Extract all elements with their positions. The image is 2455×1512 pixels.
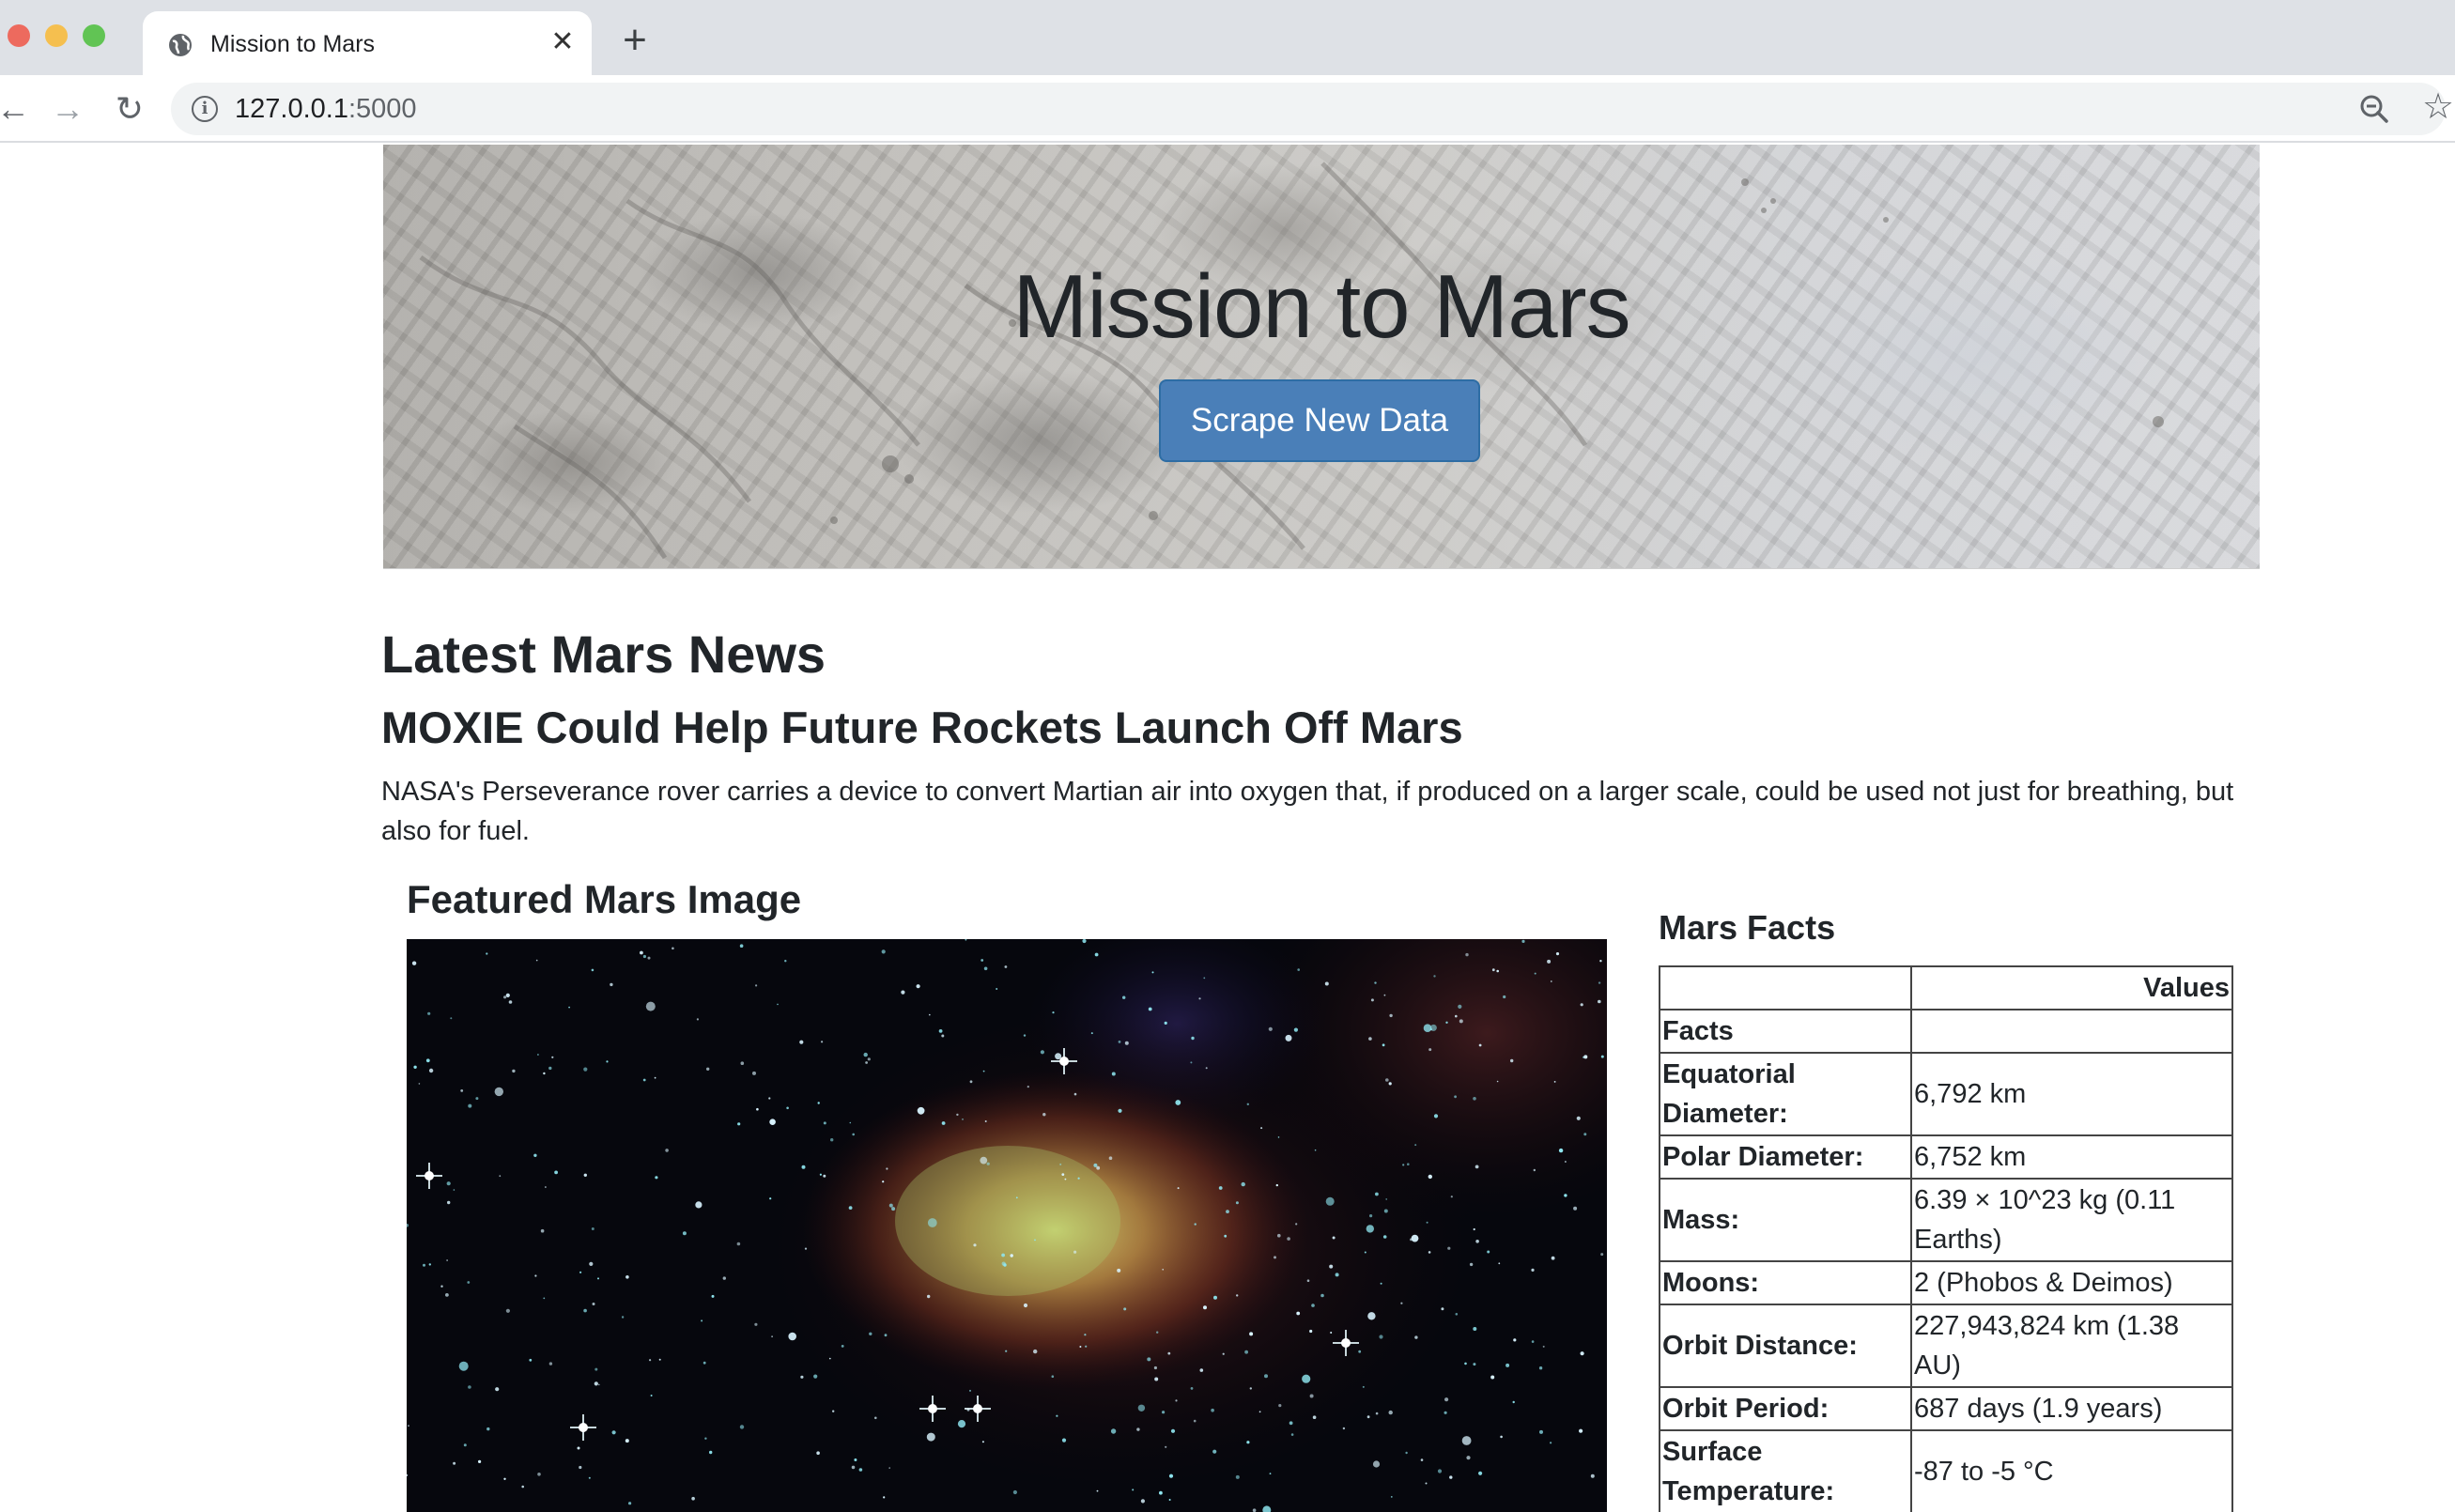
mars-facts-heading: Mars Facts xyxy=(1659,908,1836,947)
fact-value: -87 to -5 °C xyxy=(1910,1429,2233,1512)
browser-tab-bar: Mission to Mars ✕ + xyxy=(0,0,2455,75)
page-content: Mission to Mars Scrape New Data Latest M… xyxy=(0,145,2455,1512)
browser-toolbar: ← → ↻ i 127.0.0.1:5000 ☆ xyxy=(0,75,2455,143)
table-corner-cell xyxy=(1659,965,1912,1011)
fact-label: Orbit Distance: xyxy=(1659,1304,1912,1388)
hero-banner: Mission to Mars Scrape New Data xyxy=(383,145,2260,569)
browser-tab[interactable]: Mission to Mars ✕ xyxy=(143,11,592,75)
table-row: Surface Temperature: -87 to -5 °C xyxy=(1659,1429,2233,1512)
fact-label: Equatorial Diameter: xyxy=(1659,1052,1912,1136)
forward-arrow-icon[interactable]: → xyxy=(47,88,88,130)
globe-icon xyxy=(169,34,192,56)
table-row: Equatorial Diameter: 6,792 km xyxy=(1659,1052,2233,1136)
bookmark-star-icon[interactable]: ☆ xyxy=(2419,88,2455,126)
new-tab-button[interactable]: + xyxy=(616,20,654,61)
featured-mars-image xyxy=(407,939,1607,1512)
table-row: Mass: 6.39 × 10^23 kg (0.11 Earths) xyxy=(1659,1178,2233,1262)
table-empty-cell xyxy=(1910,1009,2233,1054)
table-row: Orbit Distance: 227,943,824 km (1.38 AU) xyxy=(1659,1304,2233,1388)
table-row: Orbit Period: 687 days (1.9 years) xyxy=(1659,1386,2233,1431)
url-host: 127.0.0.1 xyxy=(235,94,348,124)
mars-facts-table: Values Facts Equatorial Diameter: 6,792 … xyxy=(1659,965,2233,1512)
table-row: Polar Diameter: 6,752 km xyxy=(1659,1134,2233,1180)
close-window-button[interactable] xyxy=(8,24,30,47)
fact-value: 687 days (1.9 years) xyxy=(1910,1386,2233,1431)
fact-value: 6,752 km xyxy=(1910,1134,2233,1180)
url-port: :5000 xyxy=(347,94,417,124)
facts-index-header: Facts xyxy=(1659,1009,1912,1054)
nebula-image xyxy=(407,939,1607,1512)
fact-label: Polar Diameter: xyxy=(1659,1134,1912,1180)
fact-label: Surface Temperature: xyxy=(1659,1429,1912,1512)
news-paragraph: NASA's Perseverance rover carries a devi… xyxy=(381,777,2234,846)
values-column-header: Values xyxy=(1910,965,2233,1011)
maximize-window-button[interactable] xyxy=(83,24,105,47)
minimize-window-button[interactable] xyxy=(45,24,68,47)
latest-news-heading: Latest Mars News xyxy=(381,625,826,684)
url-text[interactable]: 127.0.0.1:5000 xyxy=(235,92,417,126)
page-title: Mission to Mars xyxy=(1012,256,1630,357)
news-title: MOXIE Could Help Future Rockets Launch O… xyxy=(381,702,1463,752)
close-tab-icon[interactable]: ✕ xyxy=(548,28,577,56)
fact-value: 6,792 km xyxy=(1910,1052,2233,1136)
table-index-row: Facts xyxy=(1659,1009,2233,1054)
featured-image-heading: Featured Mars Image xyxy=(407,877,802,921)
fact-label: Moons: xyxy=(1659,1260,1912,1305)
tab-title: Mission to Mars xyxy=(210,31,376,57)
reload-icon[interactable]: ↻ xyxy=(109,88,150,130)
table-row: Moons: 2 (Phobos & Deimos) xyxy=(1659,1260,2233,1305)
fact-value: 227,943,824 km (1.38 AU) xyxy=(1910,1304,2233,1388)
zoom-out-icon[interactable] xyxy=(2355,90,2393,128)
fact-label: Orbit Period: xyxy=(1659,1386,1912,1431)
back-arrow-icon[interactable]: ← xyxy=(0,88,34,130)
table-header-row: Values xyxy=(1659,965,2233,1011)
fact-value: 2 (Phobos & Deimos) xyxy=(1910,1260,2233,1305)
scrape-new-data-button[interactable]: Scrape New Data xyxy=(1159,379,1480,462)
fact-value: 6.39 × 10^23 kg (0.11 Earths) xyxy=(1910,1178,2233,1262)
address-bar[interactable]: i 127.0.0.1:5000 ☆ xyxy=(171,83,2454,135)
site-info-icon[interactable]: i xyxy=(192,96,218,122)
fact-label: Mass: xyxy=(1659,1178,1912,1262)
